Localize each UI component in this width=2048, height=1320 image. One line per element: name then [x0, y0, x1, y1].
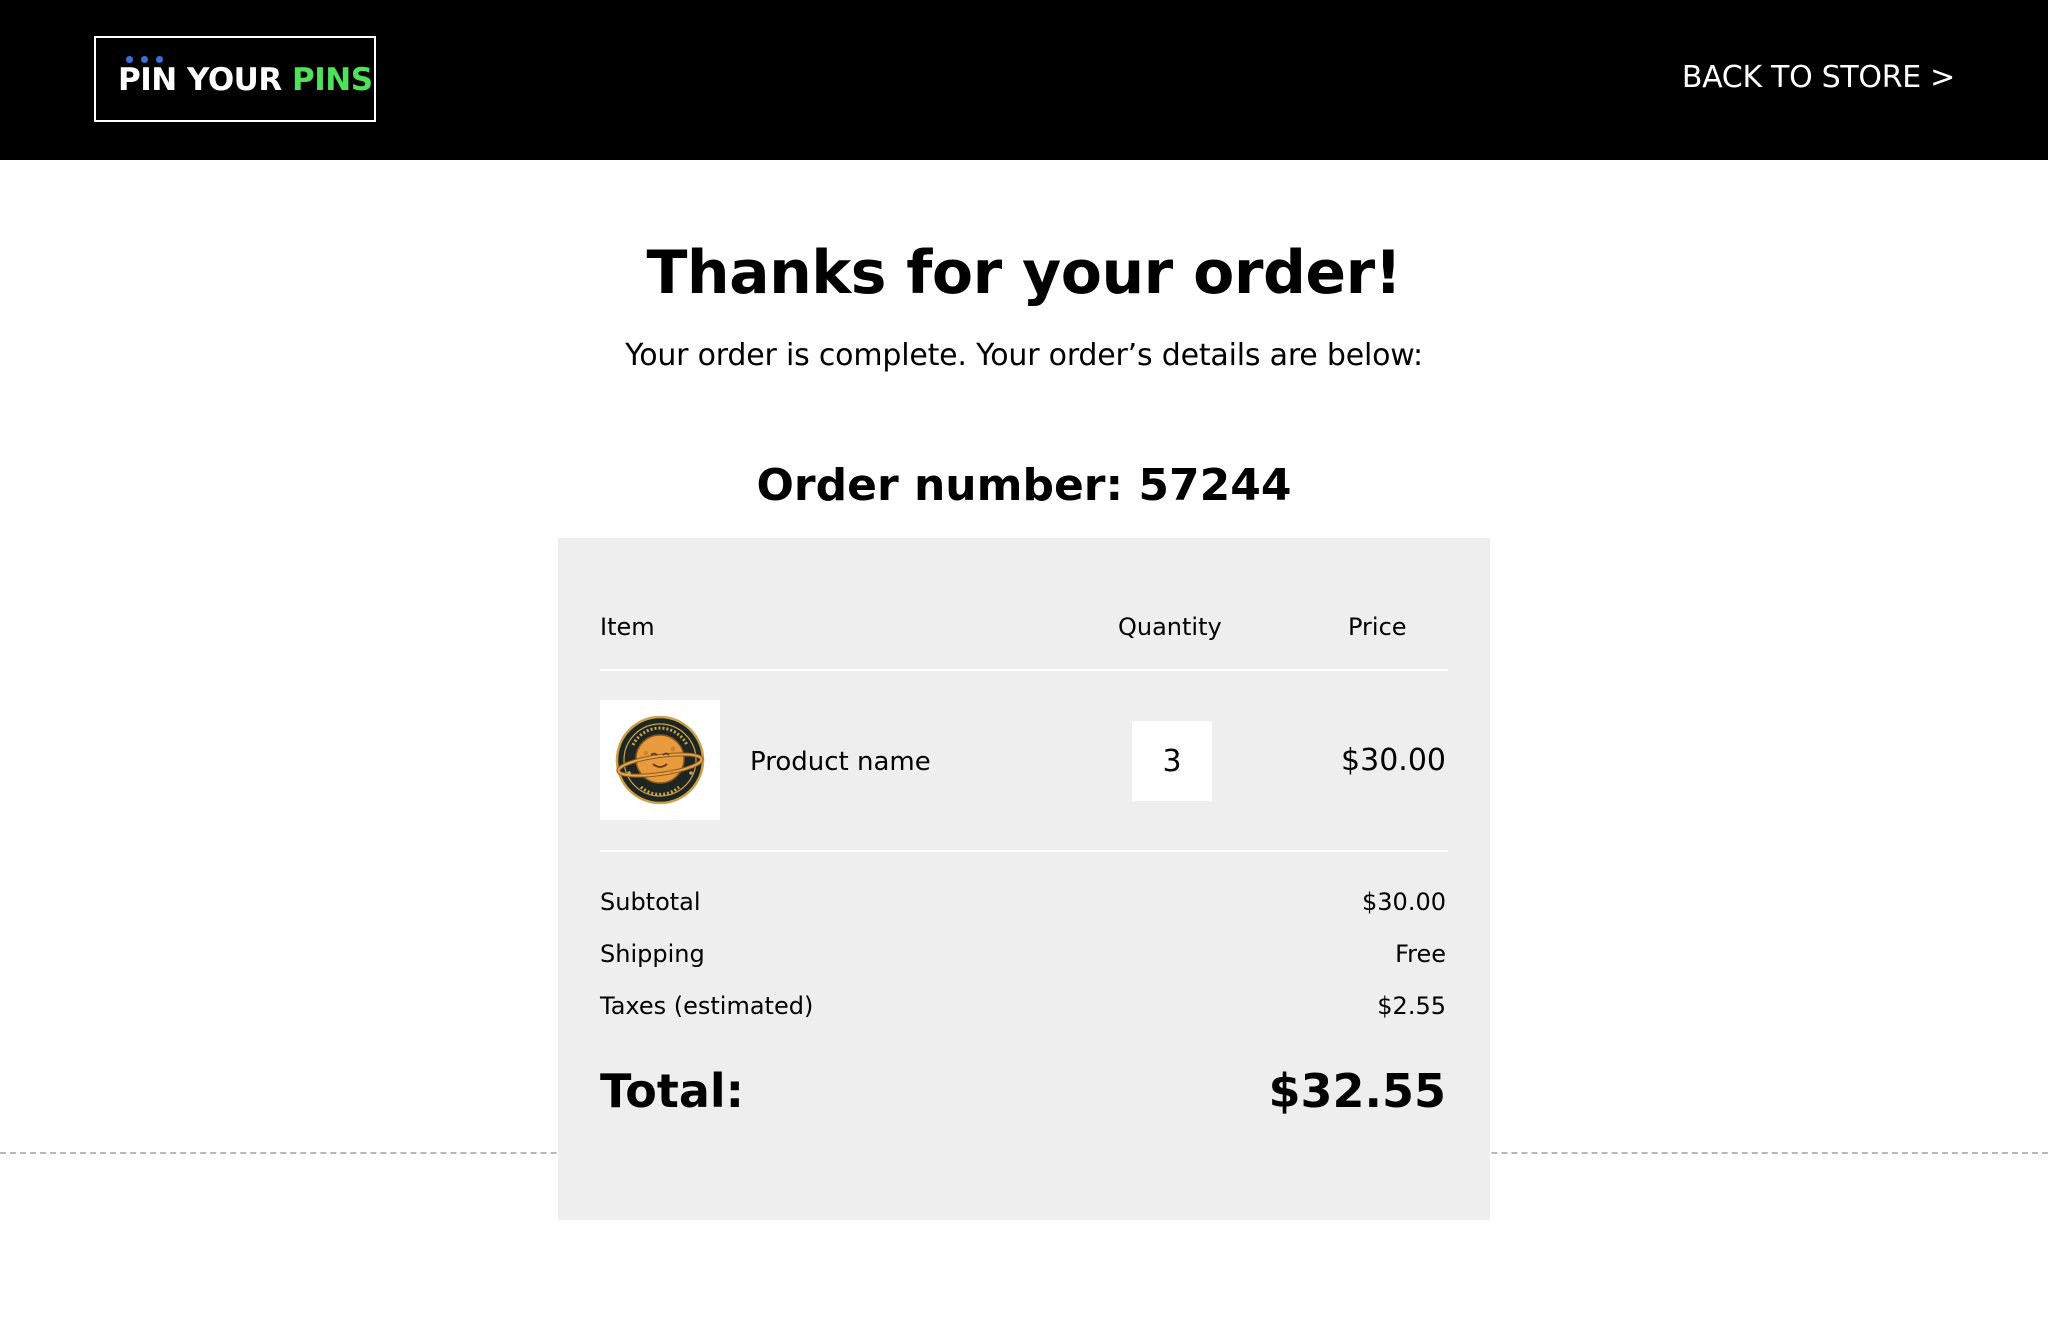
subtotal-label: Subtotal [600, 888, 701, 916]
product-thumbnail [600, 700, 720, 820]
site-header: PIN YOUR PINS BACK TO STORE > [0, 0, 2048, 160]
page-title: Thanks for your order! [646, 238, 1402, 308]
column-header-quantity: Quantity [1118, 613, 1222, 641]
logo-text-accent: PINS [292, 62, 373, 98]
total-label: Total: [600, 1064, 745, 1118]
quantity-field[interactable] [1132, 721, 1212, 801]
taxes-value: $2.55 [1377, 992, 1446, 1020]
site-logo[interactable]: PIN YOUR PINS [94, 36, 376, 122]
product-name[interactable]: Product name [750, 747, 931, 777]
page-subtitle: Your order is complete. Your order’s det… [625, 338, 1423, 373]
line-item-price: $30.00 [1341, 743, 1446, 778]
logo-text: PIN YOUR PINS [118, 62, 373, 98]
order-summary-card: Item Quantity Price Product name $30.00 … [558, 538, 1490, 1220]
items-divider [600, 850, 1448, 852]
logo-text-main: PIN YOUR [118, 62, 293, 98]
header-divider [600, 669, 1448, 671]
shipping-value: Free [1395, 940, 1446, 968]
subtotal-value: $30.00 [1362, 888, 1446, 916]
taxes-label: Taxes (estimated) [600, 992, 814, 1020]
order-number: Order number: 57244 [756, 460, 1292, 511]
column-header-price: Price [1348, 613, 1407, 641]
back-to-store-link[interactable]: BACK TO STORE > [1682, 60, 1955, 95]
shipping-label: Shipping [600, 940, 705, 968]
total-value: $32.55 [1268, 1064, 1446, 1118]
personal-space-pin-icon [615, 715, 705, 805]
column-header-item: Item [600, 613, 655, 641]
